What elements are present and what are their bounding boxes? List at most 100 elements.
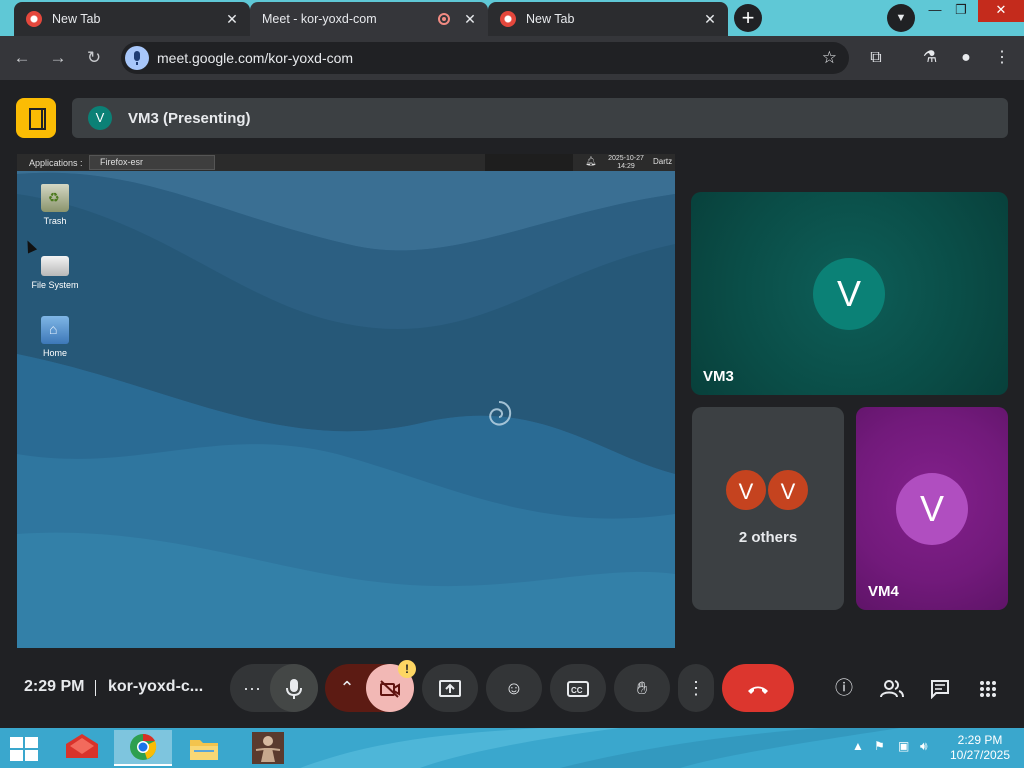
- shared-screen: Applications : Firefox-esr 🔔︎ 2025-10-27…: [17, 154, 675, 648]
- end-call-button[interactable]: [722, 664, 794, 712]
- more-options-icon: ···: [243, 678, 261, 698]
- participant-avatar: V: [813, 258, 885, 330]
- app-logo-icon: [66, 734, 98, 758]
- forward-button[interactable]: →: [44, 44, 72, 72]
- raise-hand-icon: ✋︎: [636, 678, 648, 698]
- browser-menu-icon[interactable]: ⋮: [988, 44, 1016, 72]
- url-text[interactable]: meet.google.com/kor-yoxd-com: [157, 50, 822, 66]
- participant-tile-vm4[interactable]: V VM4: [856, 407, 1008, 610]
- volume-icon[interactable]: 🔊︎: [920, 739, 928, 754]
- camera-warning-badge: !: [398, 660, 416, 678]
- workspace-switcher[interactable]: [485, 154, 573, 171]
- mic-in-use-icon[interactable]: [125, 46, 149, 70]
- taskbar-item-firefox[interactable]: Firefox-esr: [89, 155, 215, 170]
- info-icon: ⓘ: [835, 678, 853, 698]
- participant-avatar: V: [896, 473, 968, 545]
- taskbar-time: 2:29 PM: [957, 733, 1003, 747]
- captions-button[interactable]: CC: [550, 664, 606, 712]
- taskbar-app-explorer[interactable]: [182, 730, 226, 766]
- folder-icon: [190, 740, 218, 760]
- profile-icon[interactable]: ●: [952, 44, 980, 72]
- tab-new-tab-1[interactable]: New Tab ✕: [14, 2, 250, 36]
- meet-call-area: V VM3 (Presenting) Applications : Firefo…: [0, 80, 1024, 728]
- windows-start-button[interactable]: [10, 737, 38, 761]
- taskbar-date: 10/27/2025: [949, 748, 1011, 762]
- network-error-icon[interactable]: ⚑: [874, 739, 885, 753]
- tab-search-button[interactable]: ▼: [887, 4, 915, 32]
- home-folder-icon: [41, 316, 69, 344]
- recording-indicator-icon: [438, 13, 450, 25]
- taskbar-clock[interactable]: 2:29 PM 10/27/2025: [940, 733, 1020, 763]
- tab-meet[interactable]: Meet - kor-yoxd-com ✕: [250, 2, 488, 98]
- display-icon[interactable]: ▣: [898, 739, 909, 753]
- desktop-icon-home[interactable]: Home: [23, 316, 87, 358]
- tab-new-tab-2[interactable]: New Tab ✕: [488, 2, 728, 36]
- taskbar-app-chrome[interactable]: [114, 730, 172, 766]
- close-icon[interactable]: ✕: [224, 11, 240, 28]
- chat-button[interactable]: [926, 674, 954, 702]
- meeting-code[interactable]: kor-yoxd-c...: [108, 678, 203, 696]
- applications-menu[interactable]: Applications :: [17, 158, 87, 168]
- desktop-icon-label: Home: [42, 348, 67, 358]
- camera-options-button[interactable]: ⌃: [325, 664, 369, 712]
- presenter-avatar: V: [88, 106, 112, 130]
- participant-avatar: V: [724, 468, 768, 512]
- audio-options-button[interactable]: ···: [230, 664, 274, 712]
- new-tab-button[interactable]: +: [734, 4, 762, 32]
- desktop-icon-label: Trash: [43, 216, 67, 226]
- bell-icon[interactable]: 🔔︎: [585, 156, 596, 167]
- chevron-up-icon: ⌃: [339, 678, 355, 698]
- raise-hand-button[interactable]: ✋︎: [614, 664, 670, 712]
- emoji-icon: ☺: [504, 678, 524, 698]
- desktop-icon-trash[interactable]: Trash: [23, 184, 87, 226]
- participant-name: VM4: [868, 583, 899, 600]
- windows-taskbar: ▲ ⚑ ▣ 🔊︎ 2:29 PM 10/27/2025: [0, 728, 1024, 768]
- more-options-button[interactable]: ⋮: [678, 664, 714, 712]
- debian-swirl-logo: [489, 401, 512, 426]
- back-button[interactable]: ←: [8, 44, 36, 72]
- present-screen-icon: [439, 680, 461, 698]
- exit-door-icon[interactable]: [16, 98, 56, 138]
- taskbar-app-4[interactable]: [246, 730, 290, 766]
- people-button[interactable]: [878, 674, 906, 702]
- mic-icon: [286, 679, 302, 700]
- desktop-icon-label: File System: [31, 280, 79, 290]
- present-screen-button[interactable]: [422, 664, 478, 712]
- meeting-details-button[interactable]: ⓘ: [830, 674, 858, 702]
- extensions-icon[interactable]: ⧉: [862, 44, 890, 72]
- reload-button[interactable]: ↻: [80, 44, 108, 72]
- restore-button[interactable]: ❐: [946, 0, 976, 22]
- browser-toolbar: ← → ↻ meet.google.com/kor-yoxd-com ☆ ⧉ ⚗…: [0, 36, 1024, 80]
- taskbar-app-1[interactable]: [60, 730, 104, 766]
- tab-title: New Tab: [52, 12, 101, 26]
- participant-tile-vm3[interactable]: V VM3: [691, 192, 1008, 395]
- apps-grid-icon: [980, 681, 996, 698]
- bookmark-star-icon[interactable]: ☆: [822, 48, 837, 68]
- tray-overflow-chevron-icon[interactable]: ▲: [852, 739, 864, 753]
- labs-flask-icon[interactable]: ⚗: [916, 44, 944, 72]
- participant-name: VM3: [703, 368, 734, 385]
- firefox-icon: [500, 11, 516, 27]
- vm-clock: 2025-10-27 14:29: [603, 155, 649, 170]
- people-icon: [880, 680, 904, 698]
- reactions-button[interactable]: ☺: [486, 664, 542, 712]
- presenting-label: VM3 (Presenting): [128, 109, 251, 127]
- activities-button[interactable]: [974, 674, 1002, 702]
- app-figure-icon: [252, 732, 284, 764]
- desktop-icon-filesystem[interactable]: File System: [23, 250, 87, 290]
- close-icon[interactable]: ✕: [462, 11, 478, 28]
- address-bar[interactable]: meet.google.com/kor-yoxd-com ☆: [121, 42, 849, 74]
- desktop-wallpaper: [17, 154, 675, 648]
- participant-tile-others[interactable]: V V 2 others: [692, 407, 844, 610]
- divider: [95, 680, 96, 696]
- chrome-icon: [130, 733, 157, 760]
- close-icon[interactable]: ✕: [702, 11, 718, 28]
- chat-icon: [931, 680, 949, 700]
- camera-off-icon: [380, 680, 400, 698]
- microphone-button[interactable]: [270, 664, 318, 712]
- captions-icon: CC: [567, 681, 589, 698]
- firefox-icon: [26, 11, 42, 27]
- meeting-time: 2:29 PM: [24, 678, 85, 695]
- close-window-button[interactable]: ✕: [978, 0, 1024, 22]
- vm-user[interactable]: Dartz: [653, 157, 672, 166]
